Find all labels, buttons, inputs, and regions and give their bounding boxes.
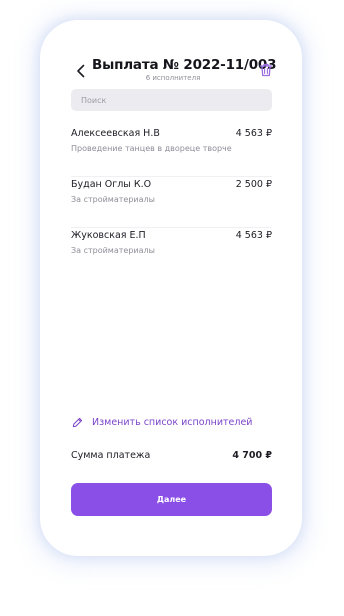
list-item[interactable]: Алексеевская Н.В 4 563 ₽ Проведение танц… xyxy=(71,126,272,177)
executor-name: Алексеевская Н.В xyxy=(71,128,160,139)
list-item[interactable]: Жуковская Е.П 4 563 ₽ За стройматериалы xyxy=(71,228,272,279)
next-button[interactable]: Далее xyxy=(71,483,272,516)
executor-description: Проведение танцев в двореце творче xyxy=(71,144,232,153)
list-item[interactable]: Будан Оглы К.О 2 500 ₽ За стройматериалы xyxy=(71,177,272,228)
executor-description: За стройматериалы xyxy=(71,195,155,204)
executor-description: За стройматериалы xyxy=(71,246,155,255)
phone-screen: Выплата № 2022-11/003 6 исполнителя Алек… xyxy=(40,20,302,556)
edit-executors-link[interactable]: Изменить список исполнителей xyxy=(71,414,252,430)
executor-name: Жуковская Е.П xyxy=(71,230,146,241)
payment-sum-value: 4 700 ₽ xyxy=(232,450,272,461)
trash-icon xyxy=(259,63,273,77)
executor-amount: 4 563 ₽ xyxy=(235,230,272,241)
payment-sum-label: Сумма платежа xyxy=(71,450,151,461)
back-button[interactable] xyxy=(71,61,91,81)
executors-list: Алексеевская Н.В 4 563 ₽ Проведение танц… xyxy=(71,126,272,279)
executor-amount: 4 563 ₽ xyxy=(235,128,272,139)
executor-name: Будан Оглы К.О xyxy=(71,179,152,190)
executors-count: 6 исполнителя xyxy=(145,74,201,82)
executor-amount: 2 500 ₽ xyxy=(235,179,272,190)
page-title: Выплата № 2022-11/003 xyxy=(92,57,277,73)
search-input[interactable] xyxy=(71,89,272,111)
pencil-icon xyxy=(72,417,83,427)
delete-button[interactable] xyxy=(257,61,275,79)
edit-executors-label: Изменить список исполнителей xyxy=(92,416,253,428)
chevron-left-icon xyxy=(77,64,85,78)
